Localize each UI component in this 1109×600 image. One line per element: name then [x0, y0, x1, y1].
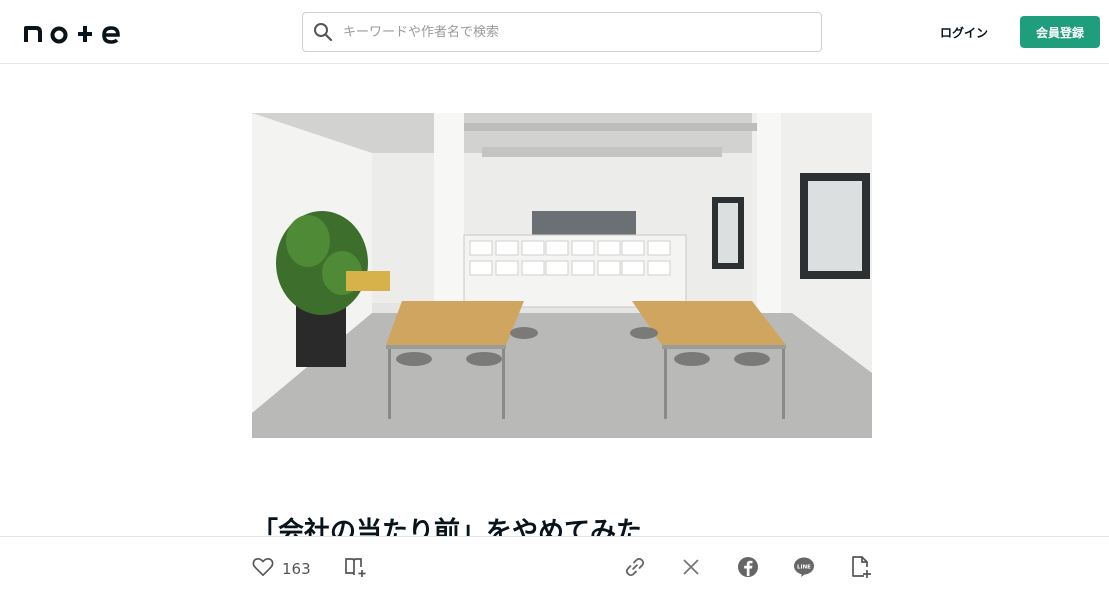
signup-button[interactable]: 会員登録	[1020, 16, 1100, 48]
search-box[interactable]	[302, 12, 822, 52]
share-facebook-button[interactable]	[737, 557, 759, 581]
add-to-magazine-button[interactable]	[344, 557, 368, 581]
article-action-bar: 163 LINE	[0, 536, 1109, 600]
x-icon	[682, 558, 700, 580]
copy-link-button[interactable]	[624, 557, 646, 581]
link-icon	[624, 556, 646, 582]
line-icon: LINE	[793, 556, 815, 582]
share-x-button[interactable]	[682, 557, 700, 581]
like-count: 163	[282, 560, 311, 578]
site-header: ログイン 会員登録	[0, 0, 1109, 64]
svg-text:LINE: LINE	[797, 565, 811, 571]
login-button[interactable]: ログイン	[926, 16, 1002, 48]
search-input[interactable]	[343, 13, 821, 51]
add-note-icon	[850, 555, 872, 583]
like-button[interactable]: 163	[252, 557, 311, 581]
magazine-add-icon	[344, 556, 368, 582]
article-hero-image	[252, 113, 872, 438]
search-icon	[313, 22, 333, 42]
add-note-button[interactable]	[850, 555, 872, 583]
share-line-button[interactable]: LINE	[793, 557, 815, 581]
heart-icon	[252, 557, 274, 581]
facebook-icon	[737, 556, 759, 582]
note-logo[interactable]	[24, 18, 122, 46]
